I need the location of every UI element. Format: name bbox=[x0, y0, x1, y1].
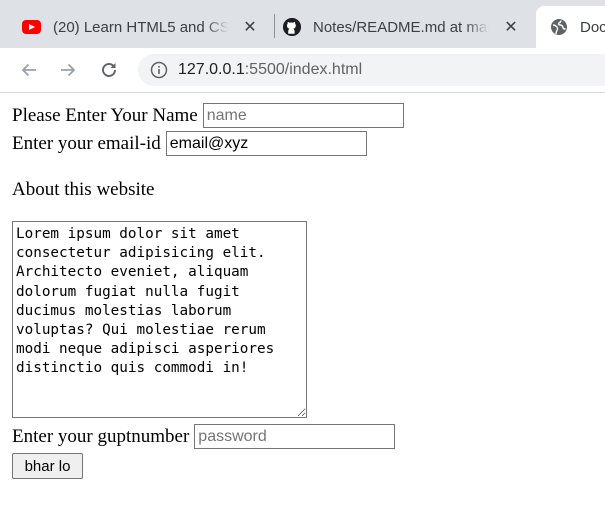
url-text: 127.0.0.1:5500/index.html bbox=[178, 61, 362, 79]
guptnumber-row: Enter your guptnumber bbox=[12, 424, 396, 449]
name-row: Please Enter Your Name bbox=[12, 103, 404, 128]
email-label: Enter your email-id bbox=[12, 132, 161, 154]
info-icon[interactable] bbox=[150, 61, 168, 79]
tab-strip: (20) Learn HTML5 and CSS3 ✕ Notes/README… bbox=[0, 0, 605, 48]
close-icon[interactable]: ✕ bbox=[503, 17, 519, 37]
tab-github[interactable]: Notes/README.md at mast ✕ bbox=[283, 6, 533, 48]
url-path: /index.html bbox=[284, 61, 363, 78]
close-icon[interactable]: ✕ bbox=[242, 17, 258, 37]
name-input[interactable] bbox=[202, 103, 404, 128]
youtube-icon bbox=[22, 20, 41, 34]
tab-title: Notes/README.md at mast bbox=[313, 18, 489, 36]
forward-button[interactable] bbox=[55, 57, 81, 83]
tab-youtube[interactable]: (20) Learn HTML5 and CSS3 ✕ bbox=[22, 6, 272, 48]
guptnumber-input[interactable] bbox=[194, 424, 396, 449]
email-row: Enter your email-id bbox=[12, 131, 367, 156]
about-heading: About this website bbox=[12, 179, 155, 200]
tab-divider bbox=[274, 14, 275, 38]
tab-active[interactable]: Doc bbox=[536, 6, 605, 48]
globe-icon bbox=[551, 19, 567, 35]
tab-title: Doc bbox=[580, 18, 605, 36]
tab-title: (20) Learn HTML5 and CSS3 bbox=[53, 18, 229, 36]
reload-button[interactable] bbox=[96, 57, 122, 83]
github-icon bbox=[283, 18, 301, 36]
about-textarea[interactable]: Lorem ipsum dolor sit amet consectetur a… bbox=[12, 221, 307, 418]
reload-icon bbox=[102, 63, 116, 77]
arrow-left-icon bbox=[21, 63, 36, 77]
address-bar[interactable]: 127.0.0.1:5500/index.html bbox=[138, 54, 605, 86]
name-label: Please Enter Your Name bbox=[12, 104, 198, 126]
url-host: 127.0.0.1 bbox=[178, 61, 245, 78]
url-port: :5500 bbox=[244, 61, 285, 78]
browser-toolbar: 127.0.0.1:5500/index.html bbox=[0, 48, 605, 93]
guptnumber-label: Enter your guptnumber bbox=[12, 425, 190, 447]
back-button[interactable] bbox=[16, 57, 42, 83]
page-content: Please Enter Your Name Enter your email-… bbox=[0, 93, 605, 511]
arrow-right-icon bbox=[61, 63, 76, 77]
submit-button[interactable]: bhar lo bbox=[12, 453, 83, 479]
email-input[interactable] bbox=[165, 131, 367, 156]
